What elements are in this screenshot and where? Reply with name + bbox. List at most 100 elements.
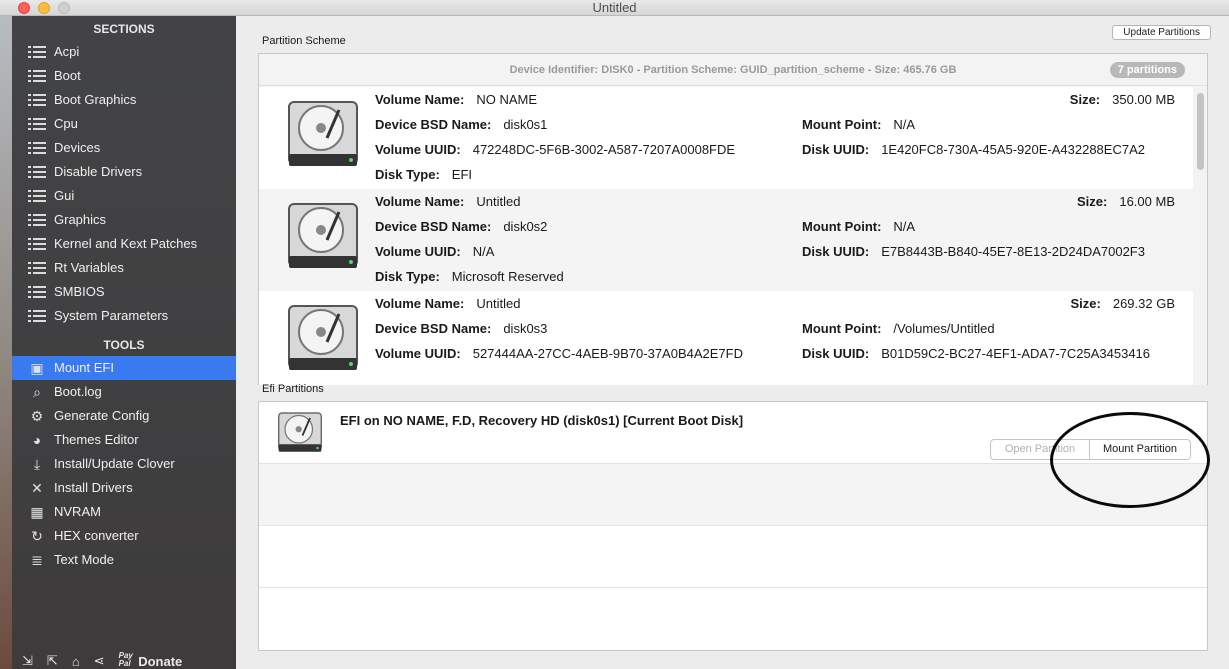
- donate-button[interactable]: Pay Pal Donate: [119, 652, 183, 669]
- sidebar-item-label: System Parameters: [54, 308, 169, 323]
- partition-scrollbar[interactable]: [1193, 87, 1207, 385]
- home-icon[interactable]: ⌂: [72, 654, 80, 669]
- tool-item-boot-log[interactable]: ⌕ Boot.log: [12, 380, 236, 404]
- sidebar-item-graphics[interactable]: Graphics: [12, 208, 236, 232]
- partition-row[interactable]: Volume Name: Untitled Device BSD Name: disk…: [259, 189, 1193, 291]
- sidebar-item-devices[interactable]: Devices: [12, 136, 236, 160]
- list-icon: [28, 213, 46, 227]
- partition-row[interactable]: Volume Name: NO NAME Device BSD Name: disk0…: [259, 87, 1193, 189]
- sidebar-item-label: Rt Variables: [54, 260, 124, 275]
- tool-item-generate-config[interactable]: ⚙ Generate Config: [12, 404, 236, 428]
- hard-disk-icon: [278, 412, 322, 452]
- list-icon: [28, 164, 46, 180]
- import-icon[interactable]: ⇲: [22, 653, 33, 669]
- disk-uuid-field: Disk UUID: E7B8443B-B840-45E7-8E13-2D24DA…: [802, 244, 1145, 259]
- zoom-window-button[interactable]: [58, 2, 70, 14]
- sidebar-item-rt-variables[interactable]: Rt Variables: [12, 256, 236, 280]
- sidebar-item-boot-graphics[interactable]: Boot Graphics: [12, 88, 236, 112]
- list-icon: [28, 212, 46, 228]
- close-window-button[interactable]: [18, 2, 30, 14]
- tool-item-label: Boot.log: [54, 384, 102, 399]
- donate-label: Donate: [138, 654, 183, 669]
- tool-item-label: Generate Config: [54, 408, 150, 423]
- list-icon: [28, 261, 46, 275]
- tools-icon: ✕: [31, 480, 43, 496]
- disk-type-field: Disk Type: Microsoft Reserved: [375, 269, 564, 284]
- sidebar-item-label: SMBIOS: [54, 284, 105, 299]
- list-icon: [28, 309, 46, 323]
- scheme-header: Device Identifier: DISK0 - Partition Sch…: [259, 54, 1207, 86]
- disk-type-field: Disk Type: EFI: [375, 167, 473, 182]
- tool-item-install-update-clover[interactable]: ⤓ Install/Update Clover: [12, 452, 236, 476]
- bsd-name-field: Device BSD Name: disk0s3: [375, 321, 548, 336]
- efi-partition-title: EFI on NO NAME, F.D, Recovery HD (disk0s…: [340, 413, 744, 428]
- sidebar-bottom-bar: ⇲ ⇱ ⌂ ⋖ Pay Pal Donate: [12, 649, 236, 669]
- tool-item-nvram[interactable]: ▦ NVRAM: [12, 500, 236, 524]
- sidebar-item-gui[interactable]: Gui: [12, 184, 236, 208]
- tools-list: ▣ Mount EFI ⌕ Boot.log ⚙ Generate Config ◕ Them…: [12, 356, 236, 572]
- sidebar-item-cpu[interactable]: Cpu: [12, 112, 236, 136]
- tool-item-install-drivers[interactable]: ✕ Install Drivers: [12, 476, 236, 500]
- mount-point-field: Mount Point:/Volumes/Untitled: [802, 321, 995, 336]
- list-icon: [28, 308, 46, 324]
- size-field: Size: 350.00 MB: [1069, 92, 1175, 107]
- sections-list: Acpi Boot Boot Graphics Cpu Devices Disable D…: [12, 40, 236, 328]
- gears-icon: ⚙: [30, 408, 44, 424]
- update-partitions-button[interactable]: Update Partitions: [1112, 25, 1211, 40]
- scroll-thumb[interactable]: [1197, 93, 1204, 170]
- tool-item-label: NVRAM: [54, 504, 101, 519]
- partition-scheme-label: Partition Scheme: [262, 35, 346, 47]
- sidebar: SECTIONS Acpi Boot Boot Graphics Cpu Devices…: [12, 16, 236, 669]
- list-icon: [28, 44, 46, 60]
- tool-item-themes-editor[interactable]: ◕ Themes Editor: [12, 428, 236, 452]
- list-icon: [28, 93, 46, 107]
- efi-partitions-label: Efi Partitions: [262, 383, 324, 395]
- size-field: Size: 16.00 MB: [1077, 194, 1175, 209]
- tool-item-label: Install/Update Clover: [54, 456, 175, 471]
- list-icon: [28, 117, 46, 131]
- window-title: Untitled: [592, 0, 637, 15]
- tool-item-label: Mount EFI: [54, 360, 114, 375]
- sections-header: SECTIONS: [93, 22, 155, 36]
- tool-item-label: Themes Editor: [54, 432, 139, 447]
- export-icon[interactable]: ⇱: [47, 653, 58, 669]
- title-bar: Untitled: [0, 0, 1229, 16]
- sidebar-item-system-parameters[interactable]: System Parameters: [12, 304, 236, 328]
- sidebar-item-label: Disable Drivers: [54, 164, 143, 179]
- list-icon: [28, 188, 46, 204]
- sidebar-item-smbios[interactable]: SMBIOS: [12, 280, 236, 304]
- mount-point-field: Mount Point: N/A: [802, 219, 916, 234]
- minimize-window-button[interactable]: [38, 2, 50, 14]
- volume-name-field: Volume Name: Untitled: [375, 194, 521, 209]
- tool-item-label: HEX converter: [54, 528, 139, 543]
- sidebar-item-kernel-and-kext-patches[interactable]: Kernel and Kext Patches: [12, 232, 236, 256]
- sidebar-item-boot[interactable]: Boot: [12, 64, 236, 88]
- disk-uuid-field: Disk UUID: B01D59C2-BC27-4EF1-ADA7-7C25A3…: [802, 346, 1151, 361]
- tool-item-label: Install Drivers: [54, 480, 133, 495]
- log-search-icon: ⌕: [33, 384, 41, 400]
- tool-item-mount-efi[interactable]: ▣ Mount EFI: [12, 356, 236, 380]
- list-icon: [28, 236, 46, 252]
- text-icon: ≣: [31, 552, 43, 568]
- volume-uuid-field: Volume UUID: 527444AA-27CC-4AEB-9B70-37A0…: [375, 346, 743, 361]
- sidebar-item-disable-drivers[interactable]: Disable Drivers: [12, 160, 236, 184]
- partition-row[interactable]: Volume Name: Untitled Device BSD Name: disk…: [259, 291, 1193, 385]
- list-icon: [28, 69, 46, 83]
- sidebar-item-acpi[interactable]: Acpi: [12, 40, 236, 64]
- list-icon: [28, 141, 46, 155]
- sidebar-item-label: Acpi: [54, 44, 80, 59]
- list-icon: [28, 92, 46, 108]
- tool-item-text-mode[interactable]: ≣ Text Mode: [12, 548, 236, 572]
- volume-name-field: Volume Name: NO NAME: [375, 92, 538, 107]
- tool-item-hex-converter[interactable]: ↻ HEX converter: [12, 524, 236, 548]
- list-icon: [28, 260, 46, 276]
- list-icon: [28, 68, 46, 84]
- hard-disk-icon: [288, 305, 358, 370]
- annotation-circle: [1050, 412, 1210, 508]
- volume-uuid-field: Volume UUID: 472248DC-5F6B-3002-A587-7207…: [375, 142, 736, 157]
- partition-list[interactable]: Volume Name: NO NAME Device BSD Name: disk0…: [259, 87, 1193, 385]
- chip-icon: ▦: [30, 504, 44, 520]
- share-icon[interactable]: ⋖: [94, 653, 105, 669]
- hard-disk-icon: [288, 203, 358, 268]
- refresh-icon: ↻: [31, 528, 43, 544]
